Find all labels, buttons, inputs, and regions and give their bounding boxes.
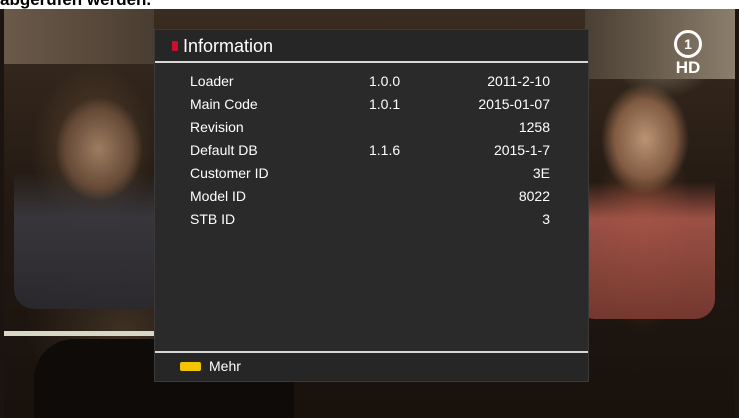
row-label: Loader [190,73,234,89]
info-row-customer-id: Customer ID 3E [155,163,588,186]
info-row-revision: Revision 1258 [155,117,588,140]
person-left [14,79,164,309]
channel-logo-icon: 1 [674,30,702,58]
person-right [575,69,715,319]
row-label: Customer ID [190,165,269,181]
row-value: 2015-1-7 [493,142,550,158]
background-wall-left [4,9,154,64]
row-value: 2011-2-10 [487,73,550,89]
header-divider [155,61,588,63]
info-list: Loader 1.0.0 2011-2-10 Main Code 1.0.1 2… [155,71,588,232]
row-value: 1258 [518,119,550,135]
row-value: 2015-01-07 [478,96,550,112]
panel-title: Information [183,36,274,56]
info-row-stb-id: STB ID 3 [155,209,588,232]
row-label: STB ID [190,211,236,227]
yellow-key-icon [180,362,201,371]
red-bullet-icon [172,41,178,51]
row-version: 1.0.0 [369,73,401,89]
row-version: 1.1.6 [369,142,401,158]
row-label: Revision [190,119,244,135]
row-value: 3E [532,165,550,181]
info-row-main-code: Main Code 1.0.1 2015-01-07 [155,94,588,117]
row-label: Model ID [190,188,247,204]
panel-footer: Mehr [155,353,588,381]
info-row-default-db: Default DB 1.1.6 2015-1-7 [155,140,588,163]
info-row-model-id: Model ID 8022 [155,186,588,209]
floor-line [4,331,154,336]
row-label: Default DB [190,142,258,158]
top-caption: abgerufen werden. [0,0,151,9]
row-value: 8022 [518,188,550,204]
row-label: Main Code [190,96,258,112]
hd-badge: HD [675,58,701,77]
channel-logo: 1 HD [662,30,714,80]
row-version: 1.0.1 [369,96,401,112]
mehr-button[interactable]: Mehr [209,358,241,374]
information-panel: Information Loader 1.0.0 2011-2-10 Main … [155,30,588,381]
panel-header: Information [155,30,588,62]
info-row-loader: Loader 1.0.0 2011-2-10 [155,71,588,94]
row-value: 3 [542,211,550,227]
top-caption-strip: abgerufen werden. [0,0,739,9]
